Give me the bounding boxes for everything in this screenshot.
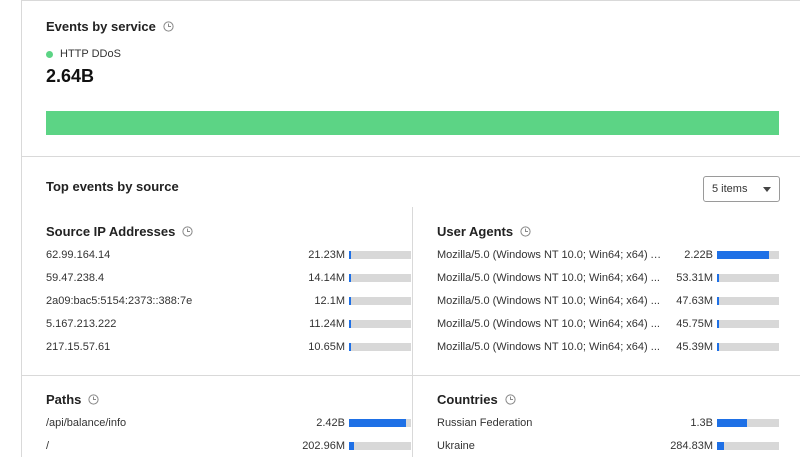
list-item-value: 45.39M bbox=[676, 341, 713, 353]
events-by-service-title: Events by service bbox=[46, 19, 174, 34]
list-item-label: Mozilla/5.0 (Windows NT 10.0; Win64; x64… bbox=[437, 318, 660, 330]
list-item-bar-fill bbox=[349, 419, 406, 427]
list-item-label: Russian Federation bbox=[437, 417, 533, 429]
list-item-label: /api/balance/info bbox=[46, 417, 127, 429]
list-item-label: Mozilla/5.0 (Windows NT 10.0; Win64; x64… bbox=[437, 341, 660, 353]
paths-title: Paths bbox=[46, 392, 100, 407]
list-item-value: 2.42B bbox=[316, 417, 345, 429]
clock-icon[interactable] bbox=[505, 394, 516, 405]
list-item-value: 10.65M bbox=[308, 341, 345, 353]
list-item-bar bbox=[349, 419, 411, 427]
items-count-select[interactable]: 5 items bbox=[703, 176, 780, 202]
column-divider bbox=[412, 207, 413, 457]
list-item-bar bbox=[349, 442, 411, 450]
list-item-bar bbox=[349, 343, 411, 351]
service-legend-label: HTTP DDoS bbox=[60, 48, 121, 60]
list-item-bar-fill bbox=[717, 442, 724, 450]
clock-icon[interactable] bbox=[163, 21, 174, 32]
list-item-bar bbox=[717, 442, 779, 450]
list-item-bar bbox=[349, 251, 411, 259]
list-item-value: 2.22B bbox=[684, 249, 713, 261]
list-item-bar-fill bbox=[717, 343, 719, 351]
list-item-bar-fill bbox=[717, 251, 769, 259]
paths-section: Paths /api/balance/info 2.42B / 202.96M bbox=[46, 392, 411, 452]
list-item-bar bbox=[717, 297, 779, 305]
list-item-value: 1.3B bbox=[690, 417, 713, 429]
source-ip-title: Source IP Addresses bbox=[46, 224, 193, 239]
list-item-bar bbox=[717, 320, 779, 328]
list-item-bar-fill bbox=[349, 320, 351, 328]
list-item-bar bbox=[349, 297, 411, 305]
list-item-value: 47.63M bbox=[676, 295, 713, 307]
service-total-value: 2.64B bbox=[46, 66, 95, 86]
list-item-value: 21.23M bbox=[308, 249, 345, 261]
list-item-value: 45.75M bbox=[676, 318, 713, 330]
list-item-label: 2a09:bac5:5154:2373::388:7e bbox=[46, 295, 193, 307]
user-agents-title: User Agents bbox=[437, 224, 531, 239]
source-ip-section: Source IP Addresses 62.99.164.14 21.23M 59… bbox=[46, 224, 411, 353]
list-item-label: 62.99.164.14 bbox=[46, 249, 111, 261]
list-item-bar-fill bbox=[717, 419, 747, 427]
countries-section: Countries Russian Federation 1.3B Ukraine 2… bbox=[437, 392, 779, 452]
list-item-bar bbox=[349, 320, 411, 328]
user-agents-section: User Agents Mozilla/5.0 (Windows NT 10.0… bbox=[437, 224, 779, 353]
top-events-title: Top events by source bbox=[46, 179, 179, 194]
row-divider bbox=[22, 375, 800, 376]
list-item-label: Mozilla/5.0 (Windows NT 10.0; Win64; x64… bbox=[437, 295, 660, 307]
list-item-label: Ukraine bbox=[437, 440, 475, 452]
clock-icon[interactable] bbox=[182, 226, 193, 237]
list-item-bar-fill bbox=[717, 274, 719, 282]
list-item-bar bbox=[717, 251, 779, 259]
list-item-label: Mozilla/5.0 (Windows NT 10.0; Win64; x64… bbox=[437, 272, 660, 284]
items-count-value: 5 items bbox=[712, 183, 748, 195]
list-item-value: 202.96M bbox=[302, 440, 345, 452]
list-item-bar-fill bbox=[349, 274, 351, 282]
events-by-service-card: Events by service HTTP DDoS 2.64B bbox=[21, 0, 800, 157]
list-item-bar-fill bbox=[717, 320, 719, 328]
list-item-value: 11.24M bbox=[309, 318, 345, 330]
clock-icon[interactable] bbox=[88, 394, 100, 405]
list-item-label: 5.167.213.222 bbox=[46, 318, 117, 330]
list-item-bar-fill bbox=[349, 442, 354, 450]
list-item-bar bbox=[717, 274, 779, 282]
service-distribution-bar[interactable] bbox=[46, 111, 779, 135]
list-item-bar bbox=[717, 343, 779, 351]
top-events-card: Top events by source 5 items Source IP A… bbox=[21, 157, 800, 457]
clock-icon[interactable] bbox=[520, 226, 531, 237]
service-legend[interactable]: HTTP DDoS bbox=[46, 48, 121, 60]
list-item-label: Mozilla/5.0 (Windows NT 10.0; Win64; x64… bbox=[437, 249, 665, 261]
list-item-value: 14.14M bbox=[308, 272, 345, 284]
list-item-label: 59.47.238.4 bbox=[46, 272, 105, 284]
list-item-bar-fill bbox=[349, 251, 351, 259]
list-item-value: 284.83M bbox=[670, 440, 713, 452]
list-item-bar-fill bbox=[349, 297, 351, 305]
list-item-bar-fill bbox=[717, 297, 719, 305]
list-item-bar bbox=[717, 419, 779, 427]
list-item-value: 53.31M bbox=[676, 272, 713, 284]
chevron-down-icon bbox=[763, 186, 771, 192]
countries-title: Countries bbox=[437, 392, 516, 407]
legend-dot-icon bbox=[46, 50, 53, 58]
list-item-bar bbox=[349, 274, 411, 282]
list-item-bar-fill bbox=[349, 343, 351, 351]
list-item-label: 217.15.57.61 bbox=[46, 341, 111, 353]
list-item-label: / bbox=[46, 440, 50, 452]
list-item-value: 12.1M bbox=[314, 295, 345, 307]
